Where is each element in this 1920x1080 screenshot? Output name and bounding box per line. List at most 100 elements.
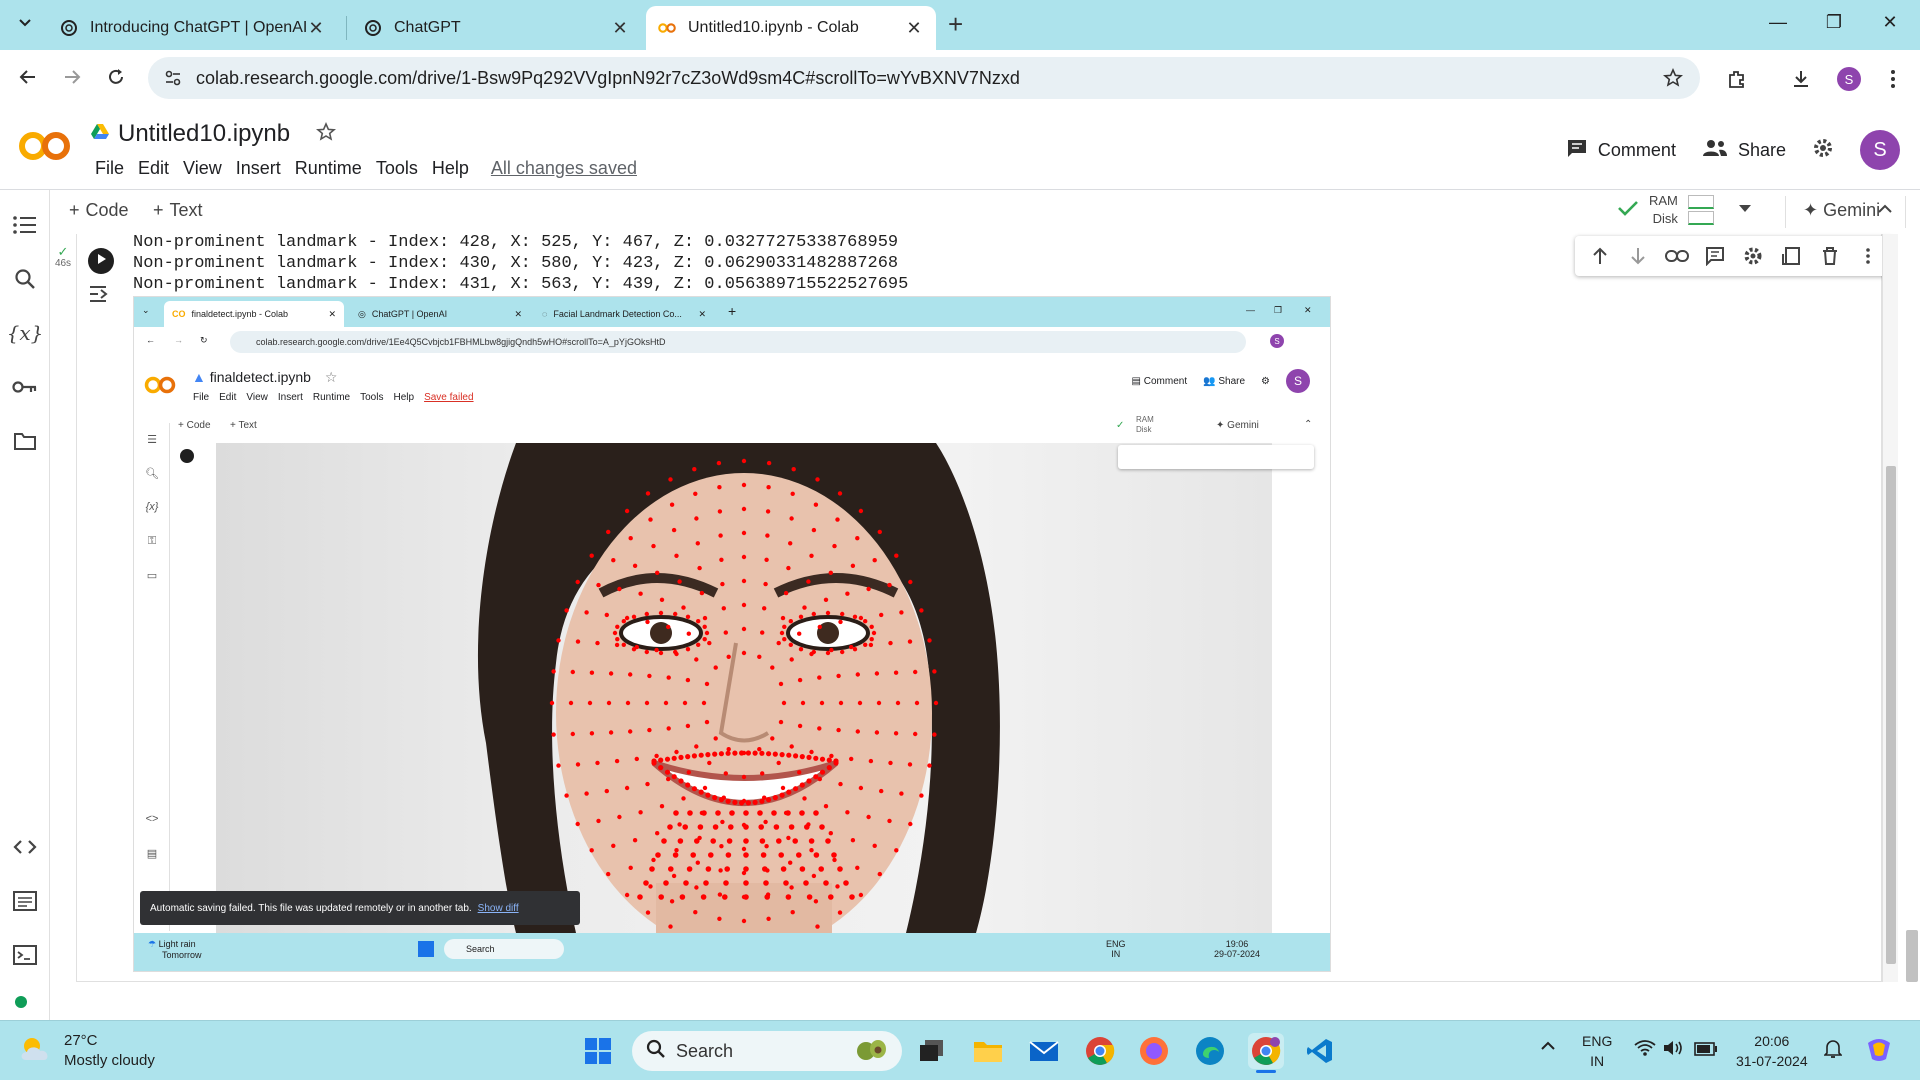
menu-view[interactable]: View [176,158,229,179]
mirror-cell-icon[interactable] [1777,242,1805,270]
chrome-profile-icon[interactable] [1248,1033,1284,1073]
taskbar-search-box[interactable]: Search [632,1031,902,1071]
more-options-icon[interactable] [1854,242,1882,270]
browser-tab-colab[interactable]: Untitled10.ipynb - Colab ✕ [646,6,936,50]
landmark-dot [813,899,819,904]
browser-tab-chatgpt[interactable]: ChatGPT ✕ [352,6,642,50]
reload-button[interactable] [102,65,130,93]
landmark-dot [852,614,858,619]
colab-logo-icon[interactable] [18,130,72,167]
landmark-dot [850,838,856,843]
landmark-dot [858,615,864,621]
weather-widget[interactable]: 27°C Mostly cloudy [18,1031,155,1071]
save-status-link[interactable]: All changes saved [484,158,644,179]
close-window-button[interactable]: ✕ [1870,12,1910,33]
new-tab-button[interactable]: + [948,11,963,37]
landmark-dot [648,884,653,889]
mail-icon[interactable] [1026,1033,1062,1069]
system-clock[interactable]: 20:06 31-07-2024 [1736,1031,1808,1071]
star-icon[interactable] [316,121,337,147]
menu-file[interactable]: File [88,158,131,179]
gemini-button[interactable]: ✦ Gemini [1803,200,1880,221]
output-actions-icon[interactable] [88,284,114,304]
volume-icon[interactable] [1662,1039,1684,1062]
windows-start-icon [418,941,434,957]
scrollbar-thumb[interactable] [1886,466,1896,964]
menu-edit[interactable]: Edit [131,158,176,179]
forward-button[interactable] [58,65,86,93]
notebook-scrollbar[interactable] [1882,234,1898,982]
code-snippets-icon[interactable] [10,832,40,862]
browser-tab-introducing-chatgpt[interactable]: Introducing ChatGPT | OpenAI ✕ [48,6,338,50]
move-up-icon[interactable] [1586,242,1614,270]
vscode-icon[interactable] [1302,1033,1338,1069]
address-bar[interactable]: colab.research.google.com/drive/1-Bsw9Pq… [148,57,1700,99]
runtime-dropdown-icon[interactable] [1738,201,1752,219]
secrets-key-icon[interactable] [10,372,40,402]
comment-button[interactable]: Comment [1566,138,1676,163]
settings-gear-icon[interactable] [1812,137,1834,164]
page-scrollbar-thumb[interactable] [1906,930,1918,982]
language-indicator[interactable]: ENG IN [1582,1031,1612,1071]
landmark-dot [743,894,749,900]
landmark-dot [788,860,793,865]
show-hidden-icons-chevron[interactable] [1540,1037,1556,1057]
close-tab-icon[interactable]: ✕ [306,18,326,39]
user-avatar[interactable]: S [1860,130,1900,170]
restore-button[interactable]: ❐ [1814,12,1854,33]
landmark-dot [741,578,747,584]
bookmark-star-icon[interactable] [1658,68,1688,88]
chrome-icon[interactable] [1082,1033,1118,1069]
menu-insert[interactable]: Insert [229,158,288,179]
variables-icon[interactable]: {x} [7,318,44,348]
task-view-icon[interactable] [914,1033,950,1069]
site-settings-icon[interactable] [164,69,184,87]
landmark-dot [785,894,792,900]
collapse-chevron-up-icon[interactable] [1877,202,1893,220]
comment-icon[interactable] [1701,242,1729,270]
files-folder-icon[interactable] [10,426,40,456]
terminal-icon[interactable] [10,940,40,970]
command-palette-icon[interactable] [10,886,40,916]
comment-label: Comment [1597,139,1676,160]
back-button[interactable] [14,65,42,93]
share-button[interactable]: Share [1702,139,1786,162]
landmark-dot [757,747,762,752]
notebook-title[interactable]: Untitled10.ipynb [118,120,290,148]
resource-monitor[interactable]: RAM Disk [1617,192,1752,228]
firefox-icon[interactable] [1136,1033,1172,1069]
landmark-dot [658,765,664,771]
close-tab-icon: ✕ [328,308,336,319]
run-cell-button[interactable] [88,248,114,274]
tab-search-button[interactable] [10,9,40,39]
close-tab-icon[interactable]: ✕ [904,18,924,39]
menu-help[interactable]: Help [425,158,476,179]
add-text-button[interactable]: + Text [153,200,203,221]
notifications-bell-icon[interactable] [1823,1039,1843,1064]
delete-trash-icon[interactable] [1816,242,1844,270]
profile-avatar[interactable]: S [1834,64,1864,94]
download-icon[interactable] [1786,64,1816,94]
extensions-icon[interactable] [1722,64,1752,94]
search-icon[interactable] [10,264,40,294]
output-line: Non-prominent landmark - Index: 428, X: … [133,233,899,252]
landmark-dot [611,843,616,848]
browser-menu-icon[interactable] [1878,64,1908,94]
link-icon[interactable] [1663,242,1691,270]
face-landmark-photo [216,443,1272,933]
wifi-icon[interactable] [1634,1039,1656,1062]
copilot-icon[interactable] [1864,1035,1894,1070]
edge-icon[interactable] [1192,1033,1228,1069]
settings-gear-icon: ⚙ [1261,375,1270,387]
minimize-button[interactable]: — [1758,12,1798,33]
add-code-button[interactable]: + Code [69,200,129,221]
menu-tools[interactable]: Tools [369,158,425,179]
file-explorer-icon[interactable] [970,1033,1006,1069]
battery-icon[interactable] [1694,1041,1718,1061]
menu-runtime[interactable]: Runtime [288,158,369,179]
cell-settings-gear-icon[interactable] [1739,242,1767,270]
table-of-contents-icon[interactable] [10,210,40,240]
close-tab-icon[interactable]: ✕ [610,18,630,39]
windows-start-button[interactable] [580,1033,616,1069]
move-down-icon[interactable] [1624,242,1652,270]
